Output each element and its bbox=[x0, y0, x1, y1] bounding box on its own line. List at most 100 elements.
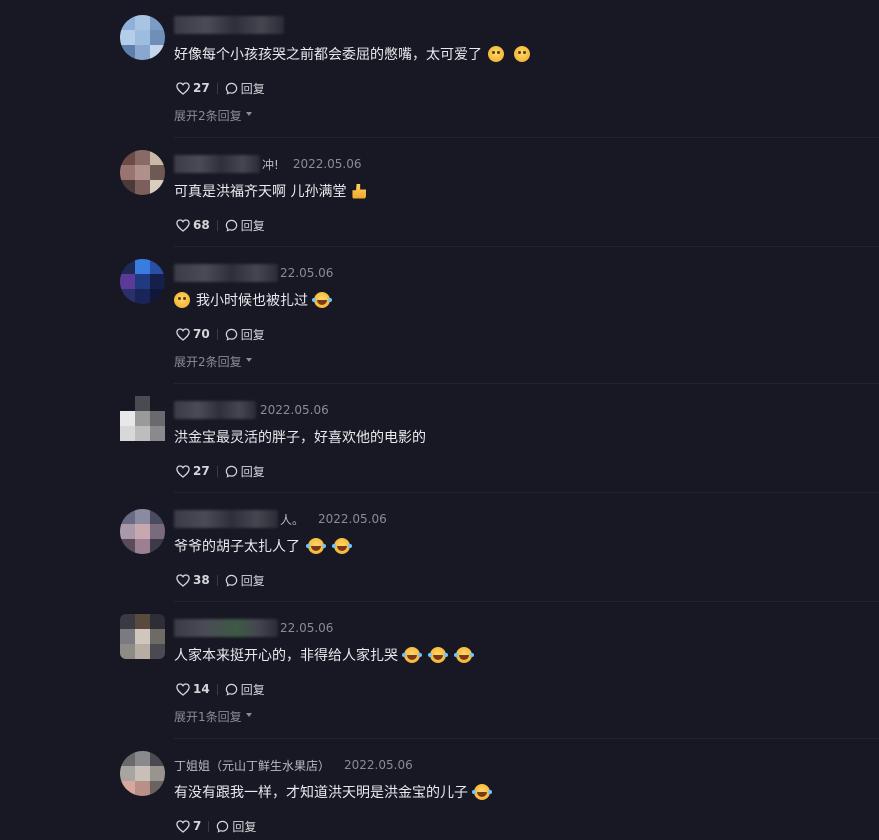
avatar[interactable] bbox=[120, 396, 165, 441]
comment-text-content: 人家本来挺开心的，非得给人家扎哭 bbox=[174, 648, 398, 664]
reply-button[interactable]: 回复 bbox=[225, 80, 265, 97]
laugh-cry-icon bbox=[306, 538, 324, 554]
comment-date: 22.05.06 bbox=[280, 266, 334, 280]
comment-bubble-icon bbox=[225, 683, 237, 696]
avatar[interactable] bbox=[120, 150, 165, 195]
like-button[interactable]: 70 bbox=[176, 327, 210, 341]
smile-icon bbox=[174, 292, 190, 308]
username-redacted[interactable] bbox=[174, 264, 278, 282]
laugh-cry-icon bbox=[402, 647, 420, 663]
comment-text: 有没有跟我一样，才知道洪天明是洪金宝的儿子 bbox=[174, 782, 490, 802]
reply-button[interactable]: 回复 bbox=[225, 326, 265, 343]
comment-bubble-icon bbox=[217, 820, 229, 833]
like-count: 70 bbox=[193, 327, 210, 341]
avatar[interactable] bbox=[120, 259, 165, 304]
reply-label: 回复 bbox=[240, 573, 265, 588]
username-tail[interactable]: 冲! bbox=[262, 156, 279, 173]
chevron-down-icon bbox=[245, 111, 252, 116]
action-divider bbox=[216, 574, 218, 586]
comment-divider bbox=[174, 738, 879, 739]
like-button[interactable]: 7 bbox=[176, 819, 201, 833]
username-redacted[interactable] bbox=[174, 16, 284, 34]
comment-date: 2022.05.06 bbox=[260, 403, 329, 417]
comment-feed: 好像每个小孩孩哭之前都会委屈的憋嘴，太可爱了 27 回复 展开2条回复 冲! 2… bbox=[0, 0, 879, 840]
action-divider bbox=[216, 82, 218, 94]
comment-bubble-icon bbox=[225, 465, 237, 478]
avatar[interactable] bbox=[120, 15, 165, 60]
reply-label: 回复 bbox=[240, 682, 265, 697]
username-redacted[interactable] bbox=[174, 510, 278, 528]
reply-button[interactable]: 回复 bbox=[216, 818, 256, 835]
reply-label: 回复 bbox=[240, 81, 265, 96]
comment-header: 2022.05.06 bbox=[174, 400, 329, 420]
username-tail[interactable]: 人。 bbox=[280, 511, 304, 528]
reply-label: 回复 bbox=[232, 819, 257, 834]
comment-text: 好像每个小孩孩哭之前都会委屈的憋嘴，太可爱了 bbox=[174, 44, 530, 64]
like-button[interactable]: 38 bbox=[176, 573, 210, 587]
reply-label: 回复 bbox=[240, 327, 265, 342]
like-count: 14 bbox=[193, 682, 210, 696]
expand-replies-button[interactable]: 展开2条回复 bbox=[174, 353, 252, 370]
comment-date: 2022.05.06 bbox=[292, 157, 362, 171]
action-divider bbox=[216, 328, 218, 340]
comment-text-content: 爷爷的胡子太扎人了 bbox=[174, 539, 300, 555]
like-count: 27 bbox=[193, 81, 210, 95]
comment-text: 爷爷的胡子太扎人了 bbox=[174, 536, 350, 556]
action-divider bbox=[216, 683, 218, 695]
like-button[interactable]: 68 bbox=[176, 218, 210, 232]
comment-text-content: 可真是洪福齐天啊 儿孙满堂 bbox=[174, 184, 347, 200]
comment-actions: 27 回复 bbox=[176, 462, 265, 480]
chevron-down-icon bbox=[245, 712, 252, 717]
like-button[interactable]: 14 bbox=[176, 682, 210, 696]
comment-divider bbox=[174, 246, 879, 247]
avatar[interactable] bbox=[120, 751, 165, 796]
username-redacted[interactable] bbox=[174, 155, 260, 173]
laugh-cry-icon bbox=[332, 538, 350, 554]
reply-button[interactable]: 回复 bbox=[225, 572, 265, 589]
username[interactable]: 丁姐姐（元山丁鲜生水果店） bbox=[174, 757, 330, 774]
comment-header: 22.05.06 bbox=[174, 263, 333, 283]
comment-text: 可真是洪福齐天啊 儿孙满堂 bbox=[174, 181, 367, 201]
heart-icon bbox=[176, 464, 190, 478]
action-divider bbox=[208, 820, 210, 832]
like-button[interactable]: 27 bbox=[176, 81, 210, 95]
username-redacted[interactable] bbox=[174, 401, 256, 419]
comment-date: 2022.05.06 bbox=[318, 512, 387, 526]
heart-icon bbox=[176, 682, 190, 696]
avatar[interactable] bbox=[120, 509, 165, 554]
expand-replies-label: 展开1条回复 bbox=[174, 710, 242, 724]
comment-actions: 70 回复 bbox=[176, 325, 265, 343]
avatar[interactable] bbox=[120, 614, 165, 659]
heart-icon bbox=[176, 218, 190, 232]
comment-bubble-icon bbox=[225, 574, 237, 587]
like-button[interactable]: 27 bbox=[176, 464, 210, 478]
username-redacted[interactable] bbox=[174, 619, 278, 637]
comment-divider bbox=[174, 137, 879, 138]
comment-bubble-icon bbox=[225, 219, 237, 232]
expand-replies-label: 展开2条回复 bbox=[174, 109, 242, 123]
like-count: 68 bbox=[193, 218, 210, 232]
expand-replies-button[interactable]: 展开1条回复 bbox=[174, 708, 252, 725]
comment-text: 洪金宝最灵活的胖子，好喜欢他的电影的 bbox=[174, 427, 426, 447]
expand-replies-button[interactable]: 展开2条回复 bbox=[174, 107, 252, 124]
comment-actions: 38 回复 bbox=[176, 571, 265, 589]
comment-header: 丁姐姐（元山丁鲜生水果店） 2022.05.06 bbox=[174, 755, 413, 775]
laugh-cry-icon bbox=[454, 647, 472, 663]
laugh-cry-icon bbox=[312, 292, 330, 308]
comment-bubble-icon bbox=[225, 82, 237, 95]
comment-actions: 27 回复 bbox=[176, 79, 265, 97]
laugh-cry-icon bbox=[472, 784, 490, 800]
comment-header bbox=[174, 15, 286, 35]
reply-button[interactable]: 回复 bbox=[225, 681, 265, 698]
laugh-cry-icon bbox=[428, 647, 446, 663]
heart-icon bbox=[176, 81, 190, 95]
comment-divider bbox=[174, 383, 879, 384]
reply-label: 回复 bbox=[240, 464, 265, 479]
reply-button[interactable]: 回复 bbox=[225, 463, 265, 480]
reply-button[interactable]: 回复 bbox=[225, 217, 265, 234]
grin-icon bbox=[488, 46, 504, 62]
action-divider bbox=[216, 219, 218, 231]
comment-actions: 68 回复 bbox=[176, 216, 265, 234]
chevron-down-icon bbox=[245, 357, 252, 362]
like-count: 27 bbox=[193, 464, 210, 478]
